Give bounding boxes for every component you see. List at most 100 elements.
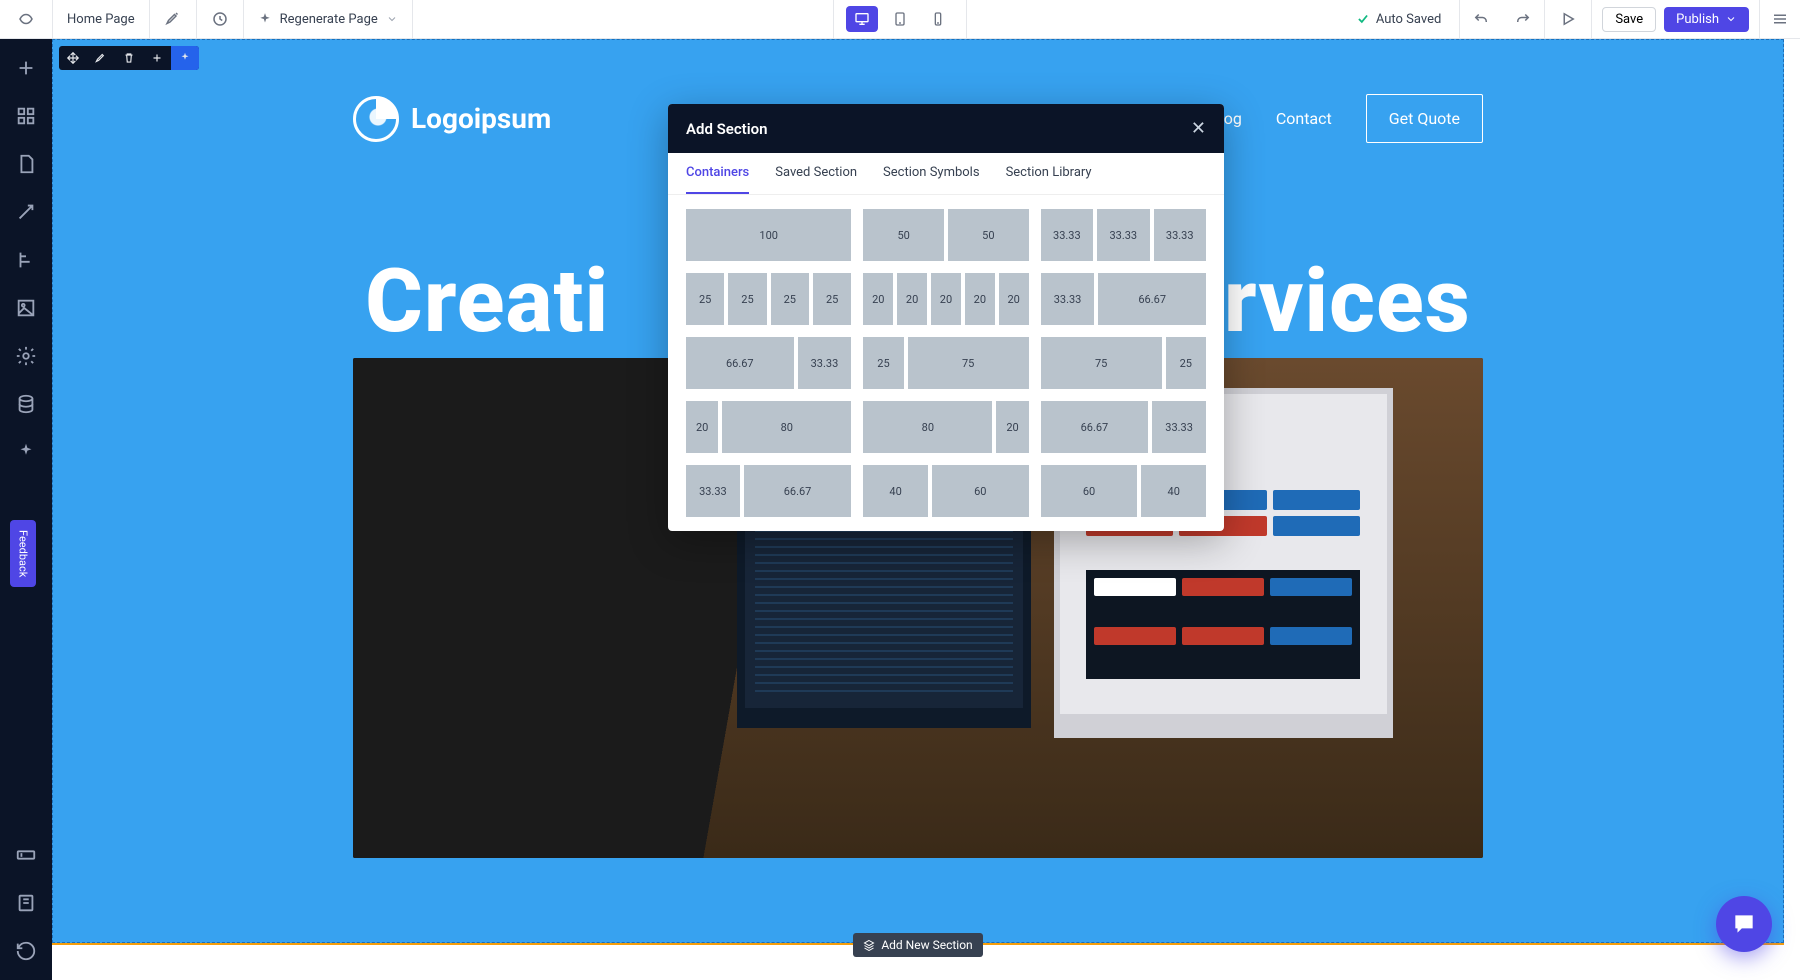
regenerate-label: Regenerate Page [280,12,378,27]
layout-option[interactable]: 25252525 [686,273,851,325]
save-button[interactable]: Save [1602,7,1656,32]
logo-mark-icon [353,96,399,142]
add-icon[interactable] [143,46,171,70]
layout-option[interactable]: 2020202020 [863,273,1028,325]
add-section-bar: Add New Section [52,943,1784,967]
ai-sparkle-icon[interactable] [171,46,199,70]
device-desktop-button[interactable] [846,6,878,32]
tab-containers[interactable]: Containers [686,153,749,194]
layout-option[interactable]: 2575 [863,337,1028,389]
layout-cell: 66.67 [686,337,794,389]
logo-text: Logoipsum [411,102,551,135]
logo-home-icon[interactable] [0,0,52,38]
chat-icon [1731,911,1757,937]
topbar: Home Page Regenerate Page Au [0,0,1800,39]
layout-option[interactable]: 8020 [863,401,1028,453]
layout-cell: 66.67 [744,465,852,517]
modal-header: Add Section ✕ [668,104,1224,153]
layout-cell: 20 [897,273,927,325]
layout-option[interactable]: 2080 [686,401,851,453]
redo-button[interactable] [1502,0,1544,38]
preview-button[interactable] [1545,0,1591,38]
sparkle-icon[interactable] [15,441,37,463]
logo[interactable]: Logoipsum [353,96,551,142]
page-name[interactable]: Home Page [53,0,149,38]
tab-section-symbols[interactable]: Section Symbols [883,153,980,194]
layout-cell: 33.33 [1097,209,1149,261]
layout-cell: 40 [863,465,928,517]
nav-contact[interactable]: Contact [1276,109,1332,128]
layout-cell: 60 [932,465,1029,517]
layout-option[interactable]: 6040 [1041,465,1206,517]
tab-saved-section[interactable]: Saved Section [775,153,857,194]
wand-icon[interactable] [15,201,37,223]
layout-option[interactable]: 33.3366.67 [686,465,851,517]
feedback-tab[interactable]: Feedback [10,520,36,587]
layout-cell: 25 [1166,337,1206,389]
history-button[interactable] [197,0,243,38]
layout-cell: 33.33 [686,465,740,517]
layout-cell: 25 [863,337,903,389]
text-input-icon[interactable] [15,844,37,866]
layout-cell: 20 [686,401,718,453]
add-section-label: Add New Section [881,938,972,952]
layout-option[interactable]: 5050 [863,209,1028,261]
layout-option[interactable]: 7525 [1041,337,1206,389]
history-restore-icon[interactable] [15,940,37,962]
layout-cell: 80 [863,401,992,453]
chevron-down-icon [386,13,398,25]
menu-button[interactable] [1760,10,1800,28]
page-name-label: Home Page [67,12,135,27]
layout-cell: 25 [686,273,724,325]
layout-cell: 33.33 [1152,401,1206,453]
layout-cell: 60 [1041,465,1138,517]
add-new-section-button[interactable]: Add New Section [853,933,982,957]
layout-cell: 25 [813,273,851,325]
modal-tabs: Containers Saved Section Section Symbols… [668,153,1224,195]
layout-cell: 20 [965,273,995,325]
layout-option[interactable]: 66.6733.33 [686,337,851,389]
layout-cell: 50 [863,209,944,261]
tab-section-library[interactable]: Section Library [1006,153,1092,194]
undo-button[interactable] [1460,0,1502,38]
get-quote-button[interactable]: Get Quote [1366,94,1483,143]
chat-fab[interactable] [1716,896,1772,952]
layout-option[interactable]: 4060 [863,465,1028,517]
layout-cell: 75 [1041,337,1162,389]
layout-grid: 100505033.3333.3333.33252525252020202020… [668,195,1224,531]
section-toolbar [59,46,199,70]
layout-cell: 33.33 [1041,273,1095,325]
layers-tree-icon[interactable] [15,249,37,271]
edit-icon[interactable] [87,46,115,70]
gear-icon[interactable] [15,345,37,367]
page-settings-button[interactable] [150,0,196,38]
layout-cell: 20 [996,401,1028,453]
layout-cell: 100 [686,209,851,261]
layout-cell: 33.33 [1041,209,1093,261]
device-tablet-button[interactable] [884,6,916,32]
layout-option[interactable]: 100 [686,209,851,261]
close-icon[interactable]: ✕ [1191,118,1206,139]
delete-icon[interactable] [115,46,143,70]
publish-button[interactable]: Publish [1664,7,1749,32]
move-icon[interactable] [59,46,87,70]
grid-icon[interactable] [15,105,37,127]
left-rail [0,39,52,980]
database-icon[interactable] [15,393,37,415]
layout-option[interactable]: 33.3366.67 [1041,273,1206,325]
layout-cell: 66.67 [1041,401,1149,453]
layout-cell: 20 [999,273,1029,325]
layout-option[interactable]: 66.6733.33 [1041,401,1206,453]
device-mobile-button[interactable] [922,6,954,32]
layout-cell: 20 [863,273,893,325]
modal-title: Add Section [686,120,767,138]
book-icon[interactable] [15,892,37,914]
layout-cell: 75 [908,337,1029,389]
add-icon[interactable] [15,57,37,79]
layout-option[interactable]: 33.3333.3333.33 [1041,209,1206,261]
regenerate-page-button[interactable]: Regenerate Page [244,0,412,38]
image-icon[interactable] [15,297,37,319]
page-icon[interactable] [15,153,37,175]
autosaved-status: Auto Saved [1338,12,1459,27]
layout-cell: 80 [722,401,851,453]
